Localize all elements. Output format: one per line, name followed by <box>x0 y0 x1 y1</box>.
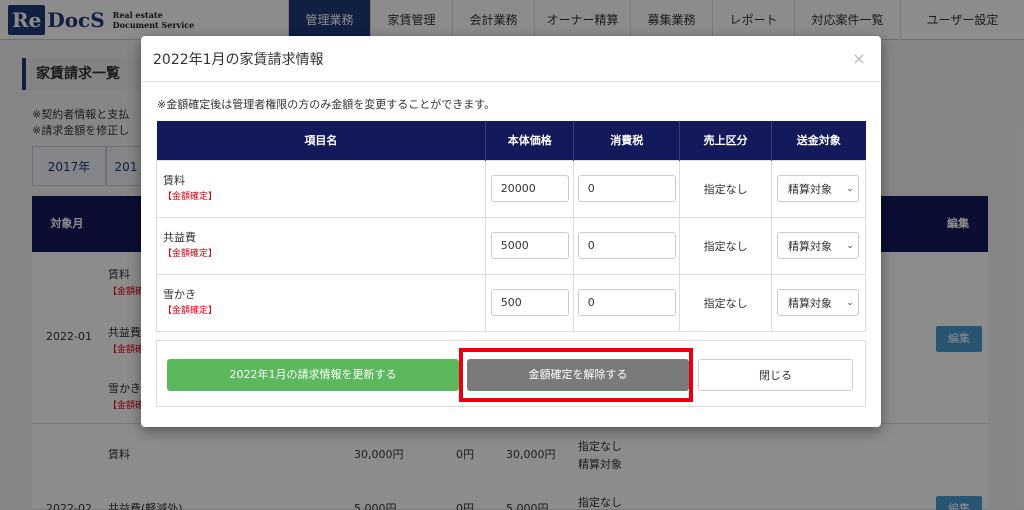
rent-invoice-modal: 2022年1月の家賃請求情報 × ※金額確定後は管理者権限の方のみ金額を変更する… <box>141 36 881 427</box>
update-invoice-button[interactable]: 2022年1月の請求情報を更新する <box>167 359 459 391</box>
destination-select[interactable]: 精算対象 ⌄ <box>776 232 859 259</box>
th-price: 本体価格 <box>485 121 575 160</box>
confirmed-flag: 【金額確定】 <box>163 305 218 316</box>
item-name-cell: 共益費 【金額確定】 <box>155 216 487 275</box>
chevron-down-icon: ⌄ <box>846 297 854 308</box>
price-input[interactable] <box>490 232 569 259</box>
confirmed-flag: 【金額確定】 <box>163 248 218 259</box>
destination-cell: 精算対象 ⌄ <box>770 273 867 332</box>
destination-value: 精算対象 <box>787 239 832 253</box>
tax-cell <box>573 216 681 275</box>
item-name: 雪かき <box>163 287 196 301</box>
close-button[interactable]: 閉じる <box>698 359 853 391</box>
th-category: 売上区分 <box>679 121 772 160</box>
table-header-row: 項目名 本体価格 消費税 売上区分 送金対象 <box>156 121 866 160</box>
item-name-cell: 雪かき 【金額確定】 <box>155 273 487 332</box>
unlock-amount-button[interactable]: 金額確定を解除する <box>467 359 689 391</box>
destination-select[interactable]: 精算対象 ⌄ <box>776 289 859 316</box>
item-name-cell: 賃料 【金額確定】 <box>155 159 487 218</box>
confirmed-flag: 【金額確定】 <box>163 191 218 202</box>
price-input[interactable] <box>490 175 569 202</box>
chevron-down-icon: ⌄ <box>846 240 854 251</box>
destination-value: 精算対象 <box>787 182 832 196</box>
th-destination: 送金対象 <box>771 121 866 160</box>
category-cell: 指定なし <box>679 216 772 275</box>
item-name: 共益費 <box>163 230 196 244</box>
category-cell: 指定なし <box>679 273 772 332</box>
tax-cell <box>573 159 681 218</box>
close-icon[interactable]: × <box>849 49 869 68</box>
price-cell <box>485 159 575 218</box>
invoice-items-table: 項目名 本体価格 消費税 売上区分 送金対象 賃料 【金額確定】 指定なし <box>155 121 867 332</box>
modal-title: 2022年1月の家賃請求情報 <box>153 51 324 68</box>
destination-cell: 精算対象 ⌄ <box>770 216 867 275</box>
tax-input[interactable] <box>577 232 676 259</box>
th-item-name: 項目名 <box>156 121 487 160</box>
th-tax: 消費税 <box>573 121 681 160</box>
destination-cell: 精算対象 ⌄ <box>770 159 867 218</box>
price-cell <box>485 273 575 332</box>
destination-value: 精算対象 <box>787 296 832 310</box>
destination-select[interactable]: 精算対象 ⌄ <box>776 175 859 202</box>
item-name: 賃料 <box>163 173 185 187</box>
category-cell: 指定なし <box>679 159 772 218</box>
modal-notice: ※金額確定後は管理者権限の方のみ金額を変更することができます。 <box>157 98 496 111</box>
tax-cell <box>573 273 681 332</box>
table-row: 雪かき 【金額確定】 指定なし 精算対象 ⌄ <box>155 273 867 332</box>
price-cell <box>485 216 575 275</box>
table-row: 共益費 【金額確定】 指定なし 精算対象 ⌄ <box>155 216 867 275</box>
tax-input[interactable] <box>577 175 676 202</box>
price-input[interactable] <box>490 289 569 316</box>
modal-footer: 2022年1月の請求情報を更新する 金額確定を解除する 閉じる <box>156 340 866 407</box>
table-row: 賃料 【金額確定】 指定なし 精算対象 ⌄ <box>155 159 867 218</box>
chevron-down-icon: ⌄ <box>846 183 854 194</box>
modal-header: 2022年1月の家賃請求情報 × <box>141 36 881 82</box>
tax-input[interactable] <box>577 289 676 316</box>
